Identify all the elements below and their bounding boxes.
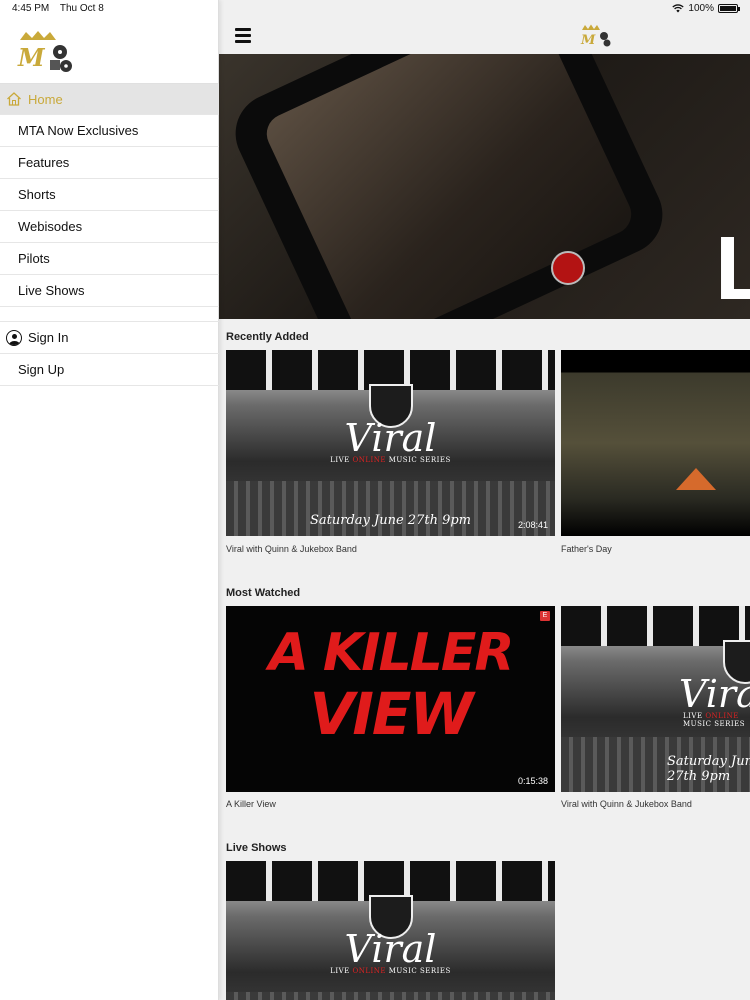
viral-art-subtitle: LIVE ONLINE MUSIC SERIES xyxy=(330,967,451,975)
sidebar-item-label: Shorts xyxy=(18,187,56,202)
killer-view-art: A KILLER VIEW xyxy=(268,623,515,748)
sidebar-item-label: Features xyxy=(18,155,70,170)
main-content: M L Recently Added Viral LIVE ONLINE MUS… xyxy=(219,0,750,1000)
battery-percent: 100% xyxy=(688,3,714,14)
viral-art-subtitle: LIVE ONLINE MUSIC SERIES xyxy=(683,712,746,728)
sidebar-item-mta-now-exclusives[interactable]: MTA Now Exclusives xyxy=(0,115,219,147)
sidebar-item-label: Home xyxy=(28,91,63,107)
sidebar-divider xyxy=(0,307,219,322)
sidebar-item-label: Live Shows xyxy=(18,283,85,298)
video-caption[interactable]: A Killer View xyxy=(226,799,276,809)
explicit-badge: E xyxy=(540,611,550,621)
sidebar-item-home[interactable]: Home xyxy=(0,83,219,115)
viral-art-title: Viral xyxy=(344,416,437,460)
section-title-live-shows: Live Shows xyxy=(226,842,287,854)
status-date: Thu Oct 8 xyxy=(59,3,104,14)
hero-phone-image xyxy=(222,54,676,319)
hero-banner[interactable]: L xyxy=(219,54,750,319)
viral-art-date: Saturday June 27th 9pm xyxy=(310,513,471,528)
sidebar-item-webisodes[interactable]: Webisodes xyxy=(0,211,219,243)
video-thumbnail-a-killer-view[interactable]: A KILLER VIEW E 0:15:38 xyxy=(226,606,555,792)
mta-logo-small: M xyxy=(580,24,611,48)
status-right: 100% xyxy=(672,3,740,14)
sidebar-item-pilots[interactable]: Pilots xyxy=(0,243,219,275)
status-time: 4:45 PM xyxy=(12,3,50,14)
home-icon xyxy=(7,92,21,106)
status-left: 4:45 PM Thu Oct 8 xyxy=(12,3,112,14)
sign-in-label: Sign In xyxy=(28,330,69,345)
wifi-icon xyxy=(672,4,685,13)
viral-art-title: Viral xyxy=(679,672,750,716)
status-bar: 4:45 PM Thu Oct 8 100% xyxy=(0,0,750,18)
video-thumbnail-viral[interactable]: Viral LIVE ONLINE MUSIC SERIES xyxy=(226,861,555,1000)
battery-icon xyxy=(718,4,740,13)
person-icon xyxy=(6,329,22,346)
sidebar-item-label: MTA Now Exclusives xyxy=(18,123,139,138)
video-duration: 2:08:41 xyxy=(517,520,548,530)
top-bar: M xyxy=(219,18,750,54)
sign-in-button[interactable]: Sign In xyxy=(0,322,219,354)
sidebar-item-features[interactable]: Features xyxy=(0,147,219,179)
section-title-most-watched: Most Watched xyxy=(226,587,301,599)
viral-art-title: Viral xyxy=(344,927,437,971)
viral-art-date: Saturday June 27th 9pm xyxy=(667,754,750,784)
menu-icon[interactable] xyxy=(235,28,251,43)
video-thumbnail-viral[interactable]: Viral LIVE ONLINE MUSIC SERIES Saturday … xyxy=(561,606,750,792)
svg-text:M: M xyxy=(580,33,596,48)
section-title-recently-added: Recently Added xyxy=(226,331,309,343)
sidebar-item-live-shows[interactable]: Live Shows xyxy=(0,275,219,307)
sidebar-item-label: Pilots xyxy=(18,251,50,266)
svg-text:M: M xyxy=(17,43,46,72)
hero-title-letter: L xyxy=(715,219,750,319)
video-thumbnail-viral[interactable]: Viral LIVE ONLINE MUSIC SERIES Saturday … xyxy=(226,350,555,536)
sign-up-label: Sign Up xyxy=(18,362,65,377)
sign-up-button[interactable]: Sign Up xyxy=(0,354,219,386)
sidebar-nav: Home MTA Now Exclusives Features Shorts … xyxy=(0,83,219,386)
mta-logo: M xyxy=(17,31,72,72)
record-button-image xyxy=(551,251,585,285)
sidebar-item-label: Webisodes xyxy=(18,219,83,234)
video-thumbnail-fathers-day[interactable] xyxy=(561,350,750,536)
video-caption[interactable]: Father's Day xyxy=(561,544,612,554)
paper-bird-image xyxy=(676,468,716,490)
sidebar-item-shorts[interactable]: Shorts xyxy=(0,179,219,211)
video-caption[interactable]: Viral with Quinn & Jukebox Band xyxy=(561,799,692,809)
video-caption[interactable]: Viral with Quinn & Jukebox Band xyxy=(226,544,357,554)
video-duration: 0:15:38 xyxy=(517,776,548,786)
sidebar: M Home MTA Now Exclusives Features Short… xyxy=(0,0,219,1000)
viral-art-subtitle: LIVE ONLINE MUSIC SERIES xyxy=(330,456,451,464)
